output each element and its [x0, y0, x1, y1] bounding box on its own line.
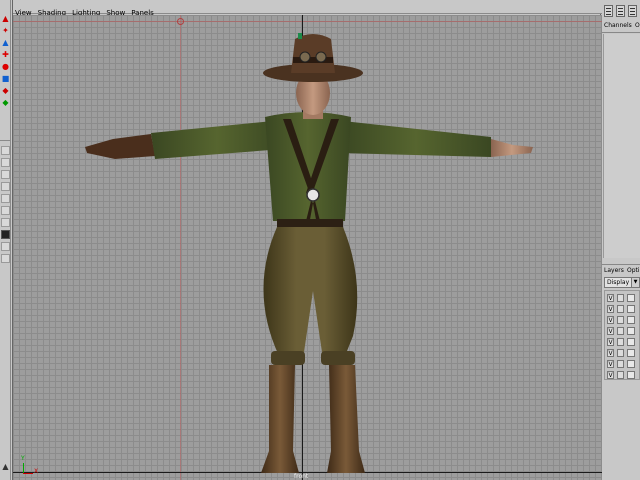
- viewport-menubar: View Shading Lighting Show Panels: [13, 0, 602, 17]
- boot-left: [261, 365, 299, 473]
- right-arm: [341, 121, 533, 157]
- front-viewport[interactable]: View Shading Lighting Show Panels front …: [12, 0, 602, 480]
- tab-channels[interactable]: Channels: [604, 22, 632, 29]
- move-icon[interactable]: ✚: [1, 50, 10, 59]
- layout-dope-icon[interactable]: [1, 242, 10, 251]
- layer-color-swatch[interactable]: [627, 327, 635, 335]
- show-manipulator-icon[interactable]: ◆: [1, 86, 10, 95]
- layout-trax-icon[interactable]: [1, 254, 10, 263]
- layout-persp-icon[interactable]: [1, 230, 10, 239]
- playback-toggle[interactable]: [617, 316, 624, 324]
- belt: [277, 219, 343, 228]
- visibility-toggle[interactable]: V: [607, 360, 614, 368]
- y-axis-label: Y: [21, 455, 25, 462]
- playback-toggle[interactable]: [617, 338, 624, 346]
- torso: [265, 112, 351, 221]
- camera-name-label: front: [294, 473, 309, 480]
- visibility-toggle[interactable]: V: [607, 371, 614, 379]
- layer-row[interactable]: V: [605, 370, 640, 380]
- trousers: [263, 227, 358, 359]
- paint-icon[interactable]: ▲: [1, 38, 10, 47]
- tab-object[interactable]: O: [635, 22, 640, 29]
- layer-color-swatch[interactable]: [627, 316, 635, 324]
- scale-icon[interactable]: ■: [1, 74, 10, 83]
- chevron-down-icon: ▼: [631, 278, 639, 287]
- y-axis-line: [23, 463, 24, 473]
- hat: [263, 33, 363, 82]
- panel-icon-row: [602, 5, 640, 19]
- x-axis-label: X: [34, 468, 39, 475]
- channel-box-toggle-icon[interactable]: [604, 5, 613, 17]
- toolbox-divider: [0, 140, 11, 141]
- layer-color-swatch[interactable]: [627, 305, 635, 313]
- playback-toggle[interactable]: [617, 371, 624, 379]
- layer-color-swatch[interactable]: [627, 349, 635, 357]
- toolbox: ▲ ✦ ▲ ✚ ● ■ ◆ ◆ ▲: [0, 0, 11, 480]
- visibility-toggle[interactable]: V: [607, 349, 614, 357]
- layer-row[interactable]: V: [605, 304, 640, 314]
- maya-window: ▲ ✦ ▲ ✚ ● ■ ◆ ◆ ▲ View Shading Lighting Sho…: [0, 0, 640, 480]
- layer-row[interactable]: V: [605, 326, 640, 336]
- channel-box[interactable]: [603, 34, 640, 258]
- tab-options[interactable]: Opti: [627, 267, 640, 274]
- layout-render-icon[interactable]: [1, 218, 10, 227]
- visibility-toggle[interactable]: V: [607, 294, 614, 302]
- layer-color-swatch[interactable]: [627, 371, 635, 379]
- layout-side-icon[interactable]: [1, 170, 10, 179]
- layout-graph-icon[interactable]: [1, 206, 10, 215]
- lower-panel-area: [603, 384, 640, 480]
- layer-editor-tabs: Layers Opti: [602, 264, 640, 276]
- layout-hypershade-icon[interactable]: [1, 194, 10, 203]
- maya-logo-icon: ▲: [2, 462, 9, 471]
- channel-box-tabs: Channels O: [602, 21, 640, 33]
- layout-outliner-icon[interactable]: [1, 182, 10, 191]
- layer-color-swatch[interactable]: [627, 294, 635, 302]
- layer-row[interactable]: V: [605, 293, 640, 303]
- playback-toggle[interactable]: [617, 349, 624, 357]
- layer-row[interactable]: V: [605, 315, 640, 325]
- playback-toggle[interactable]: [617, 305, 624, 313]
- layer-color-swatch[interactable]: [627, 360, 635, 368]
- playback-toggle[interactable]: [617, 360, 624, 368]
- x-axis-line: [23, 473, 33, 474]
- visibility-toggle[interactable]: V: [607, 327, 614, 335]
- layer-row[interactable]: V: [605, 359, 640, 369]
- tool-settings-toggle-icon[interactable]: [628, 5, 637, 17]
- layer-row[interactable]: V: [605, 337, 640, 347]
- view-axis-gizmo: Y X: [21, 455, 41, 475]
- tab-layers[interactable]: Layers: [604, 267, 624, 274]
- layout-four-icon[interactable]: [1, 158, 10, 167]
- rotate-icon[interactable]: ●: [1, 62, 10, 71]
- attribute-editor-toggle-icon[interactable]: [616, 5, 625, 17]
- playback-toggle[interactable]: [617, 327, 624, 335]
- left-arm: [85, 121, 283, 159]
- lasso-icon[interactable]: ✦: [1, 26, 10, 35]
- last-tool-icon[interactable]: ◆: [1, 98, 10, 107]
- layer-type-select[interactable]: Display ▼: [604, 277, 640, 288]
- layer-row[interactable]: V: [605, 348, 640, 358]
- visibility-toggle[interactable]: V: [607, 338, 614, 346]
- suspender-buckle: [306, 188, 320, 202]
- layer-list[interactable]: V V V V V V V V: [604, 290, 640, 380]
- character-model[interactable]: [73, 21, 543, 480]
- boot-right: [327, 365, 365, 473]
- layer-color-swatch[interactable]: [627, 338, 635, 346]
- layout-single-icon[interactable]: [1, 146, 10, 155]
- visibility-toggle[interactable]: V: [607, 316, 614, 324]
- select-icon[interactable]: ▲: [1, 14, 10, 23]
- visibility-toggle[interactable]: V: [607, 305, 614, 313]
- layer-type-value: Display: [607, 279, 630, 286]
- right-panel: Channels O Layers Opti Display ▼ V V V V…: [602, 0, 640, 480]
- playback-toggle[interactable]: [617, 294, 624, 302]
- viewport-grid[interactable]: front Y X: [13, 15, 602, 480]
